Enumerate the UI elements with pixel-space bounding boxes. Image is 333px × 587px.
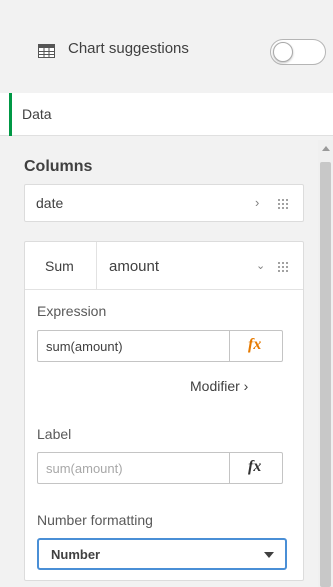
- toggle-knob[interactable]: [273, 42, 293, 62]
- drag-handle-icon[interactable]: [277, 261, 288, 272]
- label-expression-button[interactable]: fx: [229, 453, 283, 483]
- label-field[interactable]: fx: [37, 452, 283, 484]
- label-input[interactable]: [46, 461, 226, 476]
- expression-editor-button[interactable]: fx: [229, 331, 283, 361]
- drag-handle-icon[interactable]: [277, 198, 288, 209]
- tab-data[interactable]: Data: [0, 93, 333, 136]
- chevron-down-icon[interactable]: ⌄: [256, 259, 265, 272]
- caret-down-icon[interactable]: [264, 552, 274, 558]
- table-icon: [38, 44, 55, 58]
- label-field-label: Label: [37, 426, 72, 442]
- chevron-right-icon[interactable]: ›: [255, 195, 259, 210]
- expression-label: Expression: [37, 303, 107, 319]
- expression-field[interactable]: fx: [37, 330, 283, 362]
- fx-icon: fx: [248, 336, 262, 353]
- tab-data-label: Data: [22, 106, 52, 122]
- expression-input[interactable]: [46, 339, 226, 354]
- chart-suggestions-header: Chart suggestions: [0, 0, 333, 90]
- aggregation-label: Sum: [45, 258, 74, 274]
- measure-item-amount: Sum amount ⌄: [24, 241, 304, 581]
- chart-suggestions-label: Chart suggestions: [68, 40, 189, 57]
- number-formatting-select[interactable]: Number: [37, 538, 287, 570]
- aggregation-button[interactable]: Sum: [25, 242, 97, 290]
- fx-icon: fx: [248, 458, 262, 475]
- measure-header[interactable]: Sum amount ⌄: [25, 242, 303, 290]
- scroll-thumb[interactable]: [320, 162, 331, 587]
- columns-section-title: Columns: [24, 158, 93, 175]
- tab-active-indicator: [9, 93, 12, 136]
- measure-field-label: amount: [109, 258, 160, 275]
- dimension-item-date[interactable]: date ›: [24, 184, 304, 222]
- number-formatting-value: Number: [51, 547, 101, 562]
- modifier-link[interactable]: Modifier ›: [190, 378, 248, 394]
- panel-scrollbar[interactable]: [318, 140, 333, 587]
- chart-suggestions-toggle[interactable]: [270, 39, 326, 65]
- number-formatting-label: Number formatting: [37, 512, 153, 528]
- dimension-label: date: [36, 195, 64, 211]
- scroll-up-icon[interactable]: [322, 146, 330, 151]
